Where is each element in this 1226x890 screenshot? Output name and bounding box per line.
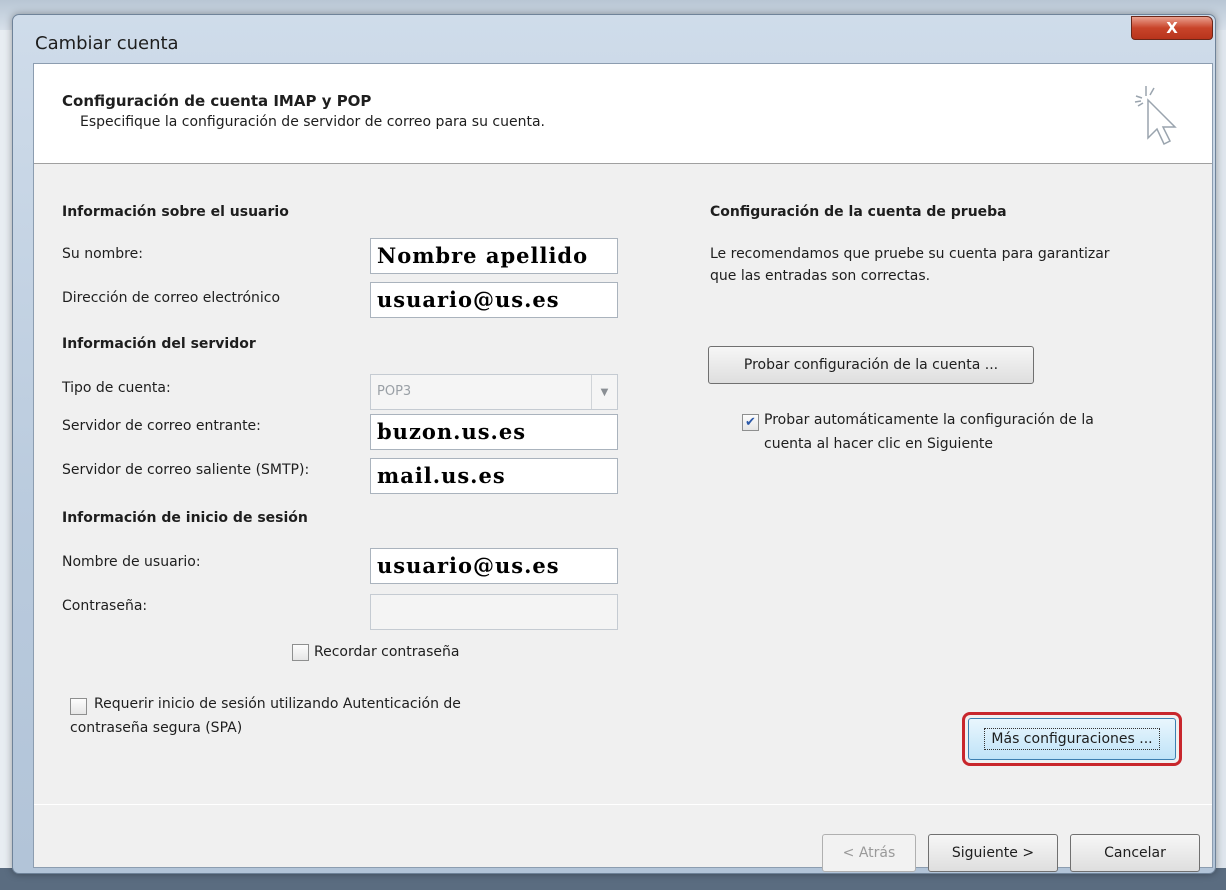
cancel-button[interactable]: Cancelar (1070, 834, 1200, 872)
server-info-heading: Información del servidor (62, 336, 256, 352)
close-button[interactable]: X (1131, 16, 1213, 40)
outgoing-server-value: mail.us.es (377, 463, 506, 488)
test-account-button[interactable]: Probar configuración de la cuenta ... (708, 346, 1034, 384)
spa-label-line2: contraseña segura (SPA) (70, 720, 243, 736)
auto-test-label-line2: cuenta al hacer clic en Siguiente (764, 436, 994, 452)
email-label: Dirección de correo electrónico (62, 290, 281, 306)
auto-test-label-line1: Probar automáticamente la configuración … (764, 412, 1094, 428)
highlight-ring (962, 712, 1182, 766)
account-type-select[interactable]: POP3 ▼ (370, 374, 618, 410)
name-label: Su nombre: (62, 246, 143, 262)
spa-label-line1: Requerir inicio de sesión utilizando Aut… (94, 696, 461, 712)
user-info-heading: Información sobre el usuario (62, 204, 289, 220)
login-info-heading: Información de inicio de sesión (62, 510, 308, 526)
email-field[interactable]: usuario@us.es (370, 282, 618, 318)
incoming-server-value: buzon.us.es (377, 419, 527, 444)
username-value: usuario@us.es (377, 553, 560, 578)
email-value: usuario@us.es (377, 287, 560, 312)
password-label: Contraseña: (62, 598, 148, 614)
checkmark-icon: ✔ (745, 415, 756, 430)
username-label: Nombre de usuario: (62, 554, 201, 570)
test-description-line2: que las entradas son correctas. (710, 268, 931, 284)
incoming-server-label: Servidor de correo entrante: (62, 418, 261, 434)
name-field[interactable]: Nombre apellido (370, 238, 618, 274)
window-title: Cambiar cuenta (35, 33, 179, 54)
outgoing-server-field[interactable]: mail.us.es (370, 458, 618, 494)
password-field[interactable] (370, 594, 618, 630)
remember-password-checkbox[interactable] (292, 644, 309, 661)
back-button[interactable]: < Atrás (822, 834, 916, 872)
remember-password-label: Recordar contraseña (314, 644, 460, 660)
auto-test-checkbox[interactable]: ✔ (742, 414, 759, 431)
chevron-down-icon: ▼ (591, 375, 617, 409)
test-description-line1: Le recomendamos que pruebe su cuenta par… (710, 246, 1110, 262)
close-icon: X (1166, 19, 1178, 37)
username-field[interactable]: usuario@us.es (370, 548, 618, 584)
dialog-header: Configuración de cuenta IMAP y POP Espec… (34, 64, 1212, 164)
incoming-server-field[interactable]: buzon.us.es (370, 414, 618, 450)
header-title: Configuración de cuenta IMAP y POP (62, 92, 372, 110)
test-settings-heading: Configuración de la cuenta de prueba (710, 204, 1007, 220)
outgoing-server-label: Servidor de correo saliente (SMTP): (62, 462, 310, 478)
cursor-sparkle-icon (1134, 86, 1177, 146)
header-subtitle: Especifique la configuración de servidor… (80, 114, 546, 130)
account-type-label: Tipo de cuenta: (62, 380, 171, 396)
footer-separator (34, 804, 1212, 805)
name-value: Nombre apellido (377, 243, 589, 268)
spa-checkbox[interactable] (70, 698, 87, 715)
next-button[interactable]: Siguiente > (928, 834, 1058, 872)
account-type-value: POP3 (377, 384, 412, 399)
